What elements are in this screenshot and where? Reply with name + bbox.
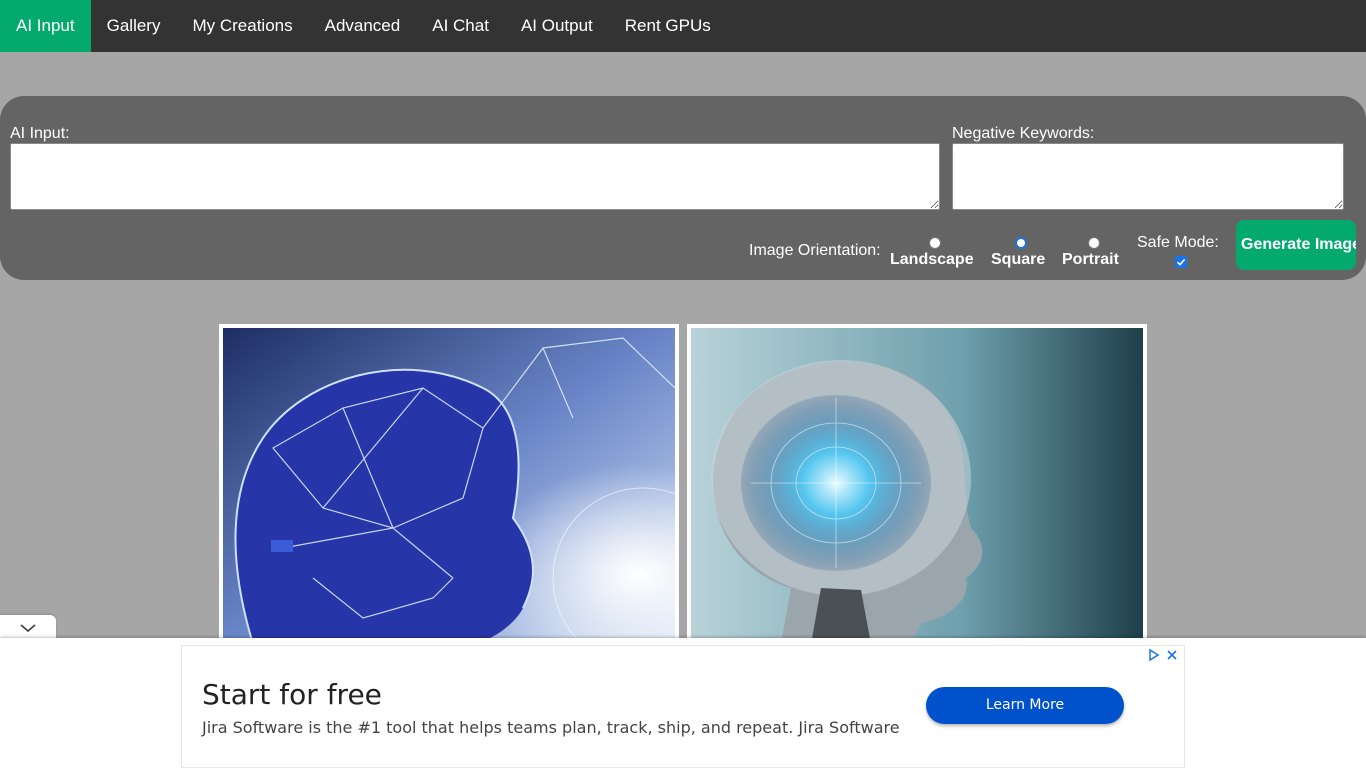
ai-input-textarea[interactable] (10, 143, 940, 210)
ai-brain-circuit-image (691, 328, 1143, 644)
image-orientation-label: Image Orientation: (749, 242, 881, 259)
ad-choices (1148, 649, 1178, 661)
nav-ai-input[interactable]: AI Input (0, 0, 91, 52)
negative-keywords-label: Negative Keywords: (952, 125, 1095, 142)
landscape-radio-label: Landscape (890, 251, 974, 268)
ad-title: Start for free (202, 678, 382, 711)
safe-mode-label: Safe Mode: (1137, 234, 1219, 251)
ai-head-network-image (223, 328, 675, 644)
safe-mode-checkbox[interactable] (1175, 256, 1187, 268)
ad-description: Jira Software is the #1 tool that helps … (202, 718, 900, 737)
portrait-radio-label: Portrait (1062, 251, 1119, 268)
ad-choices-icon[interactable] (1148, 649, 1160, 661)
learn-more-button[interactable]: Learn More (926, 687, 1124, 724)
portrait-radio[interactable] (1088, 237, 1100, 249)
square-radio-label: Square (991, 251, 1046, 268)
nav-advanced[interactable]: Advanced (309, 0, 417, 52)
ad-collapse-tab[interactable] (0, 615, 56, 640)
nav-ai-chat[interactable]: AI Chat (416, 0, 505, 52)
generate-image-button[interactable]: Generate Image (1236, 220, 1356, 270)
gallery-image-card[interactable] (219, 324, 679, 644)
negative-keywords-textarea[interactable] (952, 143, 1344, 210)
nav-ai-output[interactable]: AI Output (505, 0, 609, 52)
landscape-radio[interactable] (929, 237, 941, 249)
square-radio[interactable] (1015, 237, 1027, 249)
chevron-down-icon (20, 623, 36, 632)
ad-banner: Start for free Jira Software is the #1 t… (0, 638, 1366, 768)
check-icon (1176, 258, 1186, 266)
nav-my-creations[interactable]: My Creations (176, 0, 308, 52)
close-icon[interactable] (1166, 649, 1178, 661)
top-nav: AI Input Gallery My Creations Advanced A… (0, 0, 1366, 52)
ad-frame[interactable]: Start for free Jira Software is the #1 t… (181, 645, 1185, 768)
nav-rent-gpus[interactable]: Rent GPUs (609, 0, 727, 52)
nav-gallery[interactable]: Gallery (91, 0, 177, 52)
ai-input-label: AI Input: (10, 125, 70, 142)
gallery-image-card[interactable] (687, 324, 1147, 644)
